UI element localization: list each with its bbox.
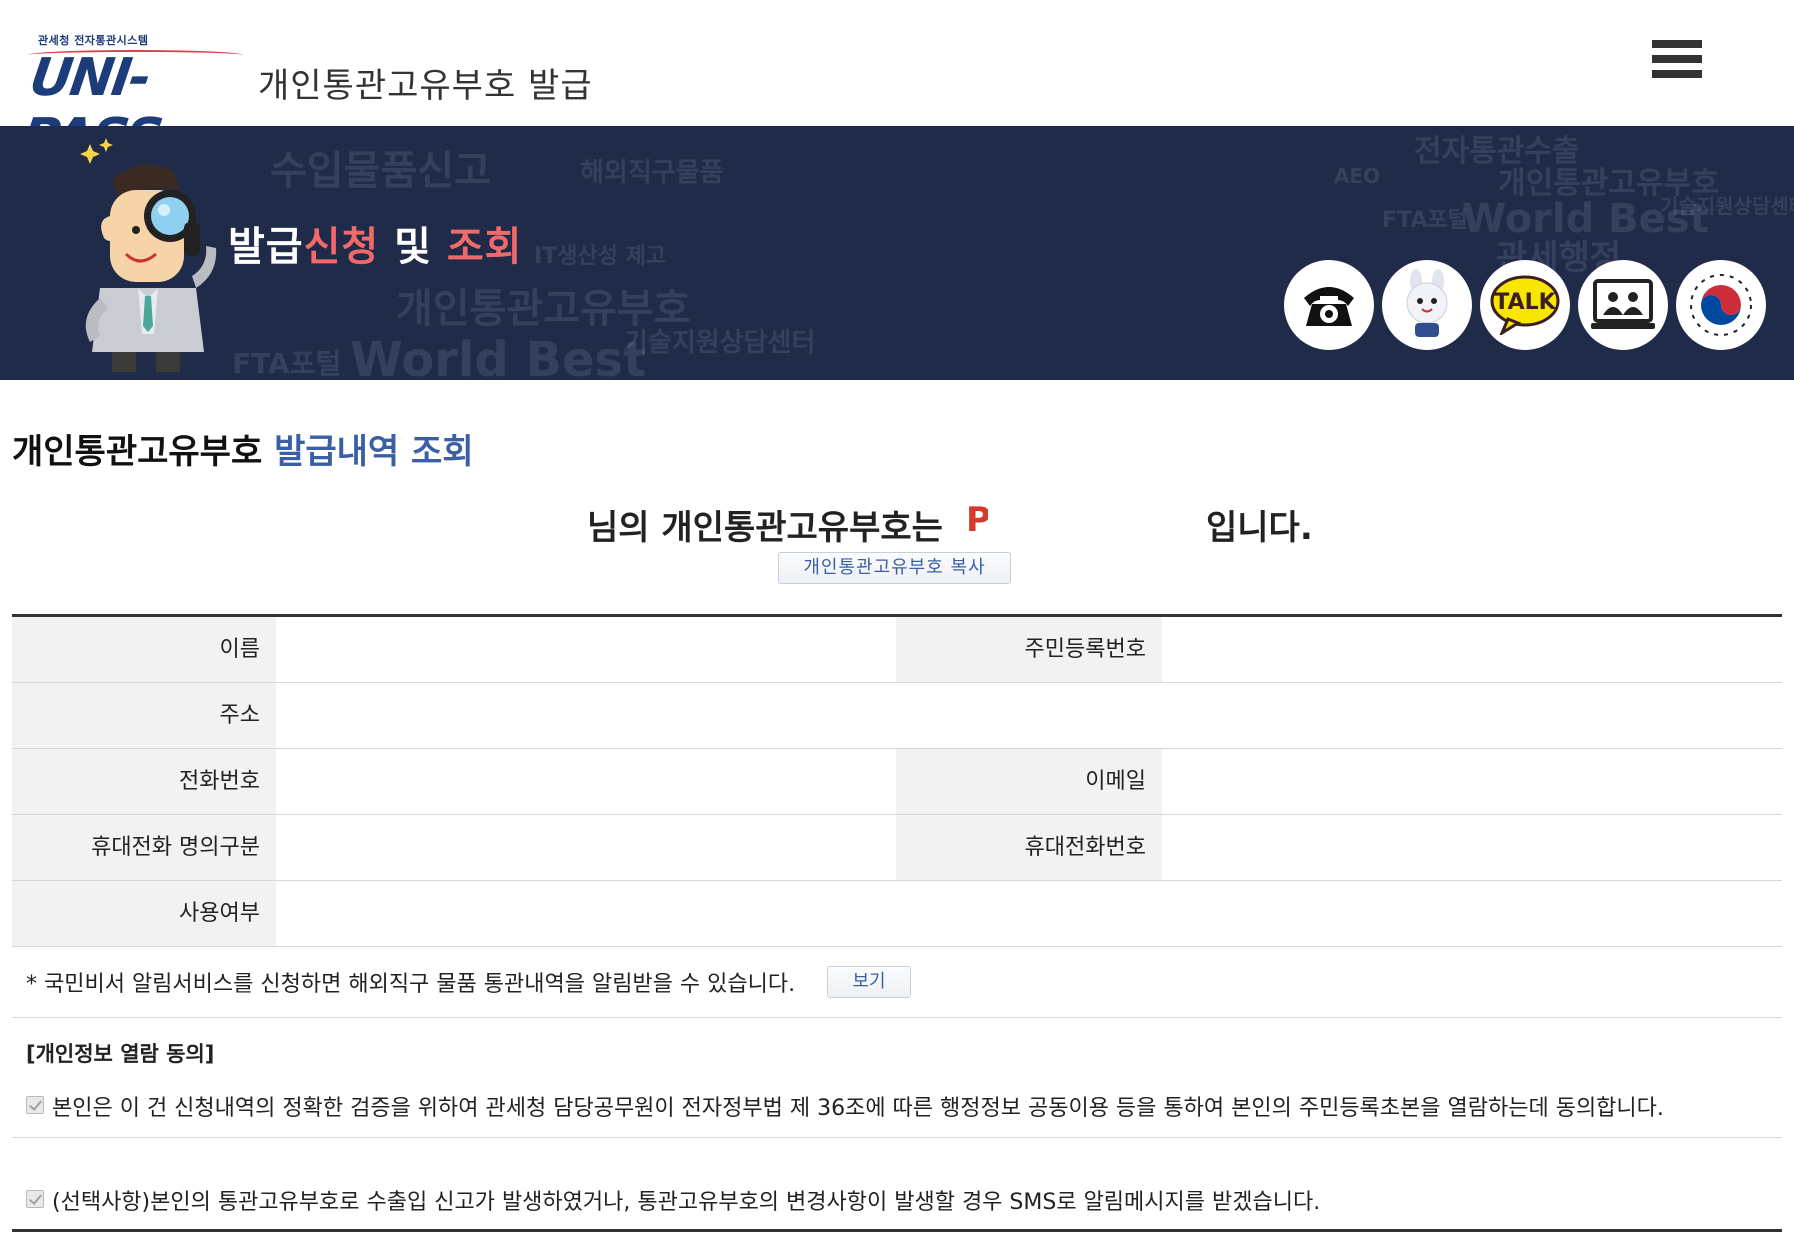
notice-row: * 국민비서 알림서비스를 신청하면 해외직구 물품 통관내역을 알림받을 수 … xyxy=(12,946,1782,1018)
consent-checkbox-sms[interactable] xyxy=(26,1190,44,1208)
banner-title: 발급신청 및 조회 xyxy=(228,214,522,272)
consent-title: [개인정보 열람 동의] xyxy=(26,1042,215,1066)
label-address: 주소 xyxy=(12,683,276,748)
consent-text-records: 본인은 이 건 신청내역의 정확한 검증을 위하여 관세청 담당공무원이 전자정… xyxy=(52,1096,1664,1121)
consent-item: 본인은 이 건 신청내역의 정확한 검증을 위하여 관세청 담당공무원이 전자정… xyxy=(12,1072,1782,1138)
result-message-prefix: 님의 개인통관고유부호는 xyxy=(587,508,943,548)
value-email xyxy=(1162,749,1782,814)
mascot-rabbit-icon xyxy=(1406,269,1448,337)
banner-bg-word: 해외직구물품 xyxy=(580,158,724,188)
table-row: 휴대전화 명의구분 휴대전화번호 xyxy=(12,815,1782,881)
value-mobile-owner-type xyxy=(276,815,862,880)
banner-bg-word: 기술지원상담센터 xyxy=(1660,194,1794,218)
section-title-highlight: 발급내역 조회 xyxy=(274,432,474,472)
banner-title-and: 및 xyxy=(379,224,447,270)
label-phone: 전화번호 xyxy=(12,749,276,814)
banner-title-apply: 신청 xyxy=(303,224,380,270)
consent-item: (선택사항)본인의 통관고유부호로 수출입 신고가 발생하였거나, 통관고유부호… xyxy=(12,1138,1782,1232)
kakaotalk-icon: TALK xyxy=(1490,275,1560,335)
section-title-main: 개인통관고유부호 xyxy=(12,432,275,472)
banner-bg-word: 기술지원상담센터 xyxy=(624,328,816,358)
label-email: 이메일 xyxy=(896,749,1162,814)
telephone-icon xyxy=(1304,287,1354,326)
table-row: 이름 주민등록번호 xyxy=(12,617,1782,683)
banner-bg-word: World Best xyxy=(350,332,647,380)
value-mobile-number xyxy=(1162,815,1782,880)
consent-checkbox-records[interactable] xyxy=(26,1096,44,1114)
section-title: 개인통관고유부호 발급내역 조회 xyxy=(12,424,474,473)
hamburger-menu-icon[interactable] xyxy=(1652,40,1702,86)
table-row: 주소 xyxy=(12,683,1782,749)
value-resident-number xyxy=(1162,617,1782,682)
banner-title-lookup: 조회 xyxy=(446,224,523,270)
table-row: 전화번호 이메일 xyxy=(12,749,1782,815)
banner-bg-word: FTA포털 xyxy=(232,347,342,380)
consent-text-sms: (선택사항)본인의 통관고유부호로 수출입 신고가 발생하였거나, 통관고유부호… xyxy=(52,1190,1321,1215)
phone-consult-button[interactable] xyxy=(1284,260,1374,350)
banner-bg-word: IT생산성 제고 xyxy=(534,244,667,269)
label-usage-status: 사용여부 xyxy=(12,881,276,946)
info-table: 이름 주민등록번호 주소 전화번호 이메일 휴대전화 명의구분 휴대전화번호 사… xyxy=(12,614,1782,947)
hero-banner: 수입물품신고 해외직구물품 개인통관고유부호 World Best FTA포털 … xyxy=(0,126,1794,380)
page-header-title: 개인통관고유부호 발급 xyxy=(258,66,593,106)
logo-subtitle: 관세청 전자통관시스템 xyxy=(38,34,149,47)
label-name: 이름 xyxy=(12,617,276,682)
value-usage-status xyxy=(276,881,862,946)
government-emblem-button[interactable] xyxy=(1676,260,1766,350)
value-name xyxy=(276,617,862,682)
view-button[interactable]: 보기 xyxy=(827,966,911,998)
svg-text:TALK: TALK xyxy=(1494,290,1556,315)
customs-code-value[interactable]: P xyxy=(966,500,988,540)
label-mobile-owner-type: 휴대전화 명의구분 xyxy=(12,815,276,880)
banner-title-issue: 발급 xyxy=(228,224,304,270)
banner-bg-word: AEO xyxy=(1334,164,1381,188)
value-phone xyxy=(276,749,862,814)
result-message-suffix: 입니다. xyxy=(1206,508,1313,548)
value-address xyxy=(276,683,862,748)
banner-bg-word: FTA포털 xyxy=(1382,208,1468,233)
copy-code-button[interactable]: 개인통관고유부호 복사 xyxy=(778,552,1011,584)
label-mobile-number: 휴대전화번호 xyxy=(896,815,1162,880)
kakaotalk-button[interactable]: TALK xyxy=(1480,260,1570,350)
label-resident-number: 주민등록번호 xyxy=(896,617,1162,682)
mascot-magnifier-illustration xyxy=(80,138,217,372)
notice-text: * 국민비서 알림서비스를 신청하면 해외직구 물품 통관내역을 알림받을 수 … xyxy=(26,972,796,997)
chatbot-button[interactable] xyxy=(1382,260,1472,350)
unipass-logo[interactable]: 관세청 전자통관시스템 UNI-PASS xyxy=(18,30,246,168)
banner-bg-word: 수입물품신고 xyxy=(270,148,491,194)
video-consult-button[interactable] xyxy=(1578,260,1668,350)
site-header: 관세청 전자통관시스템 UNI-PASS 개인통관고유부호 발급 xyxy=(0,0,1794,168)
table-row: 사용여부 xyxy=(12,881,1782,947)
video-consult-icon xyxy=(1591,279,1655,329)
government-emblem-icon xyxy=(1690,274,1752,336)
